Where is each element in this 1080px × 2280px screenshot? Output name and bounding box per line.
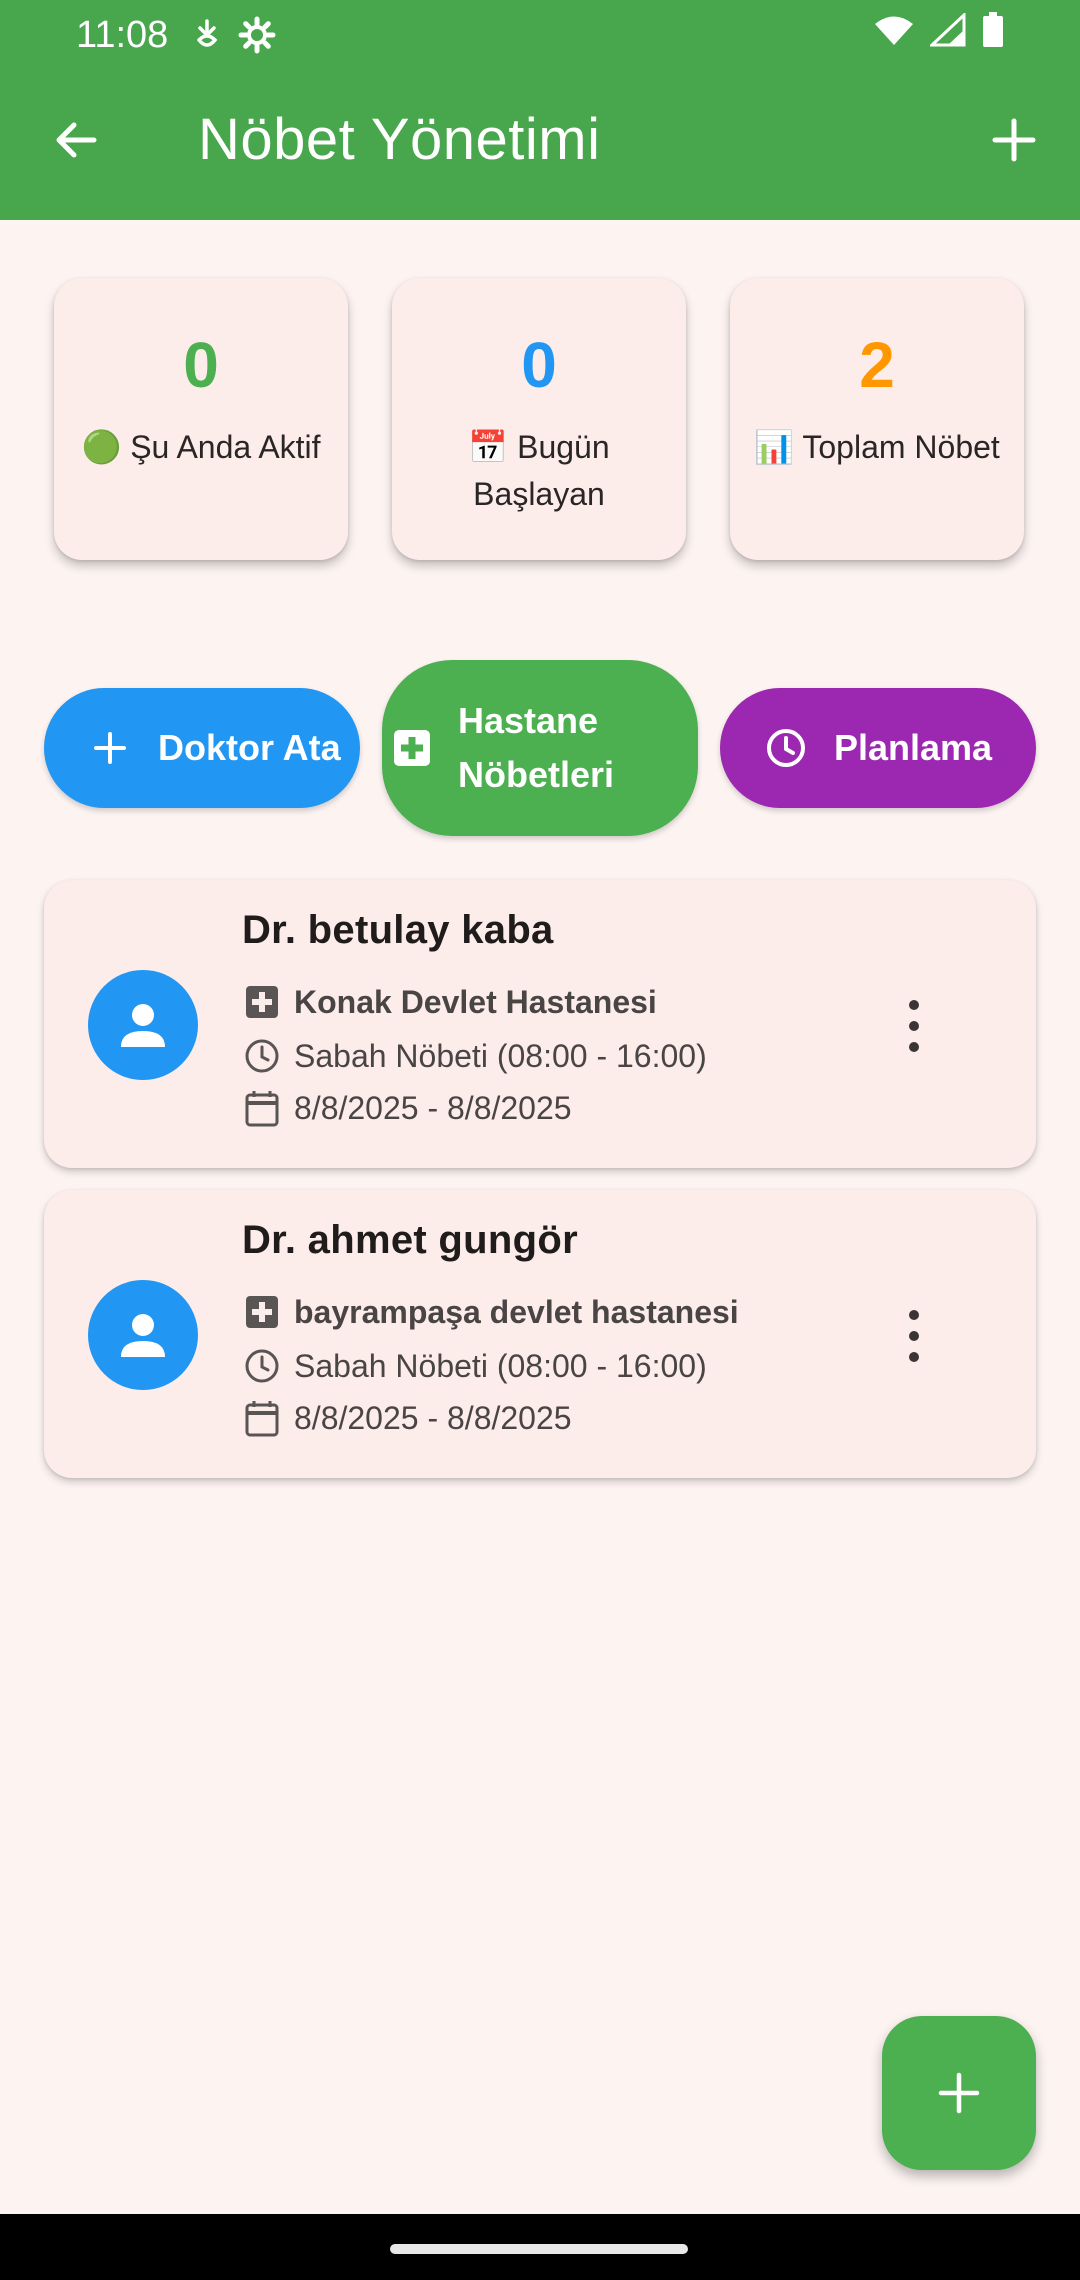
person-icon xyxy=(88,1280,198,1390)
clock-icon xyxy=(758,720,814,776)
signal-icon xyxy=(928,11,966,57)
date-row: 8/8/2025 - 8/8/2025 xyxy=(242,1398,572,1438)
shift-row: Sabah Nöbeti (08:00 - 16:00) xyxy=(242,1036,707,1076)
more-options-icon[interactable] xyxy=(884,992,944,1060)
hospital-icon xyxy=(384,720,440,776)
button-label: Planlama xyxy=(834,727,993,768)
status-time: 11:08 xyxy=(76,13,169,56)
doctor-name: Dr. betulay kaba xyxy=(242,908,554,952)
page-title: Nöbet Yönetimi xyxy=(198,107,601,172)
battery-icon xyxy=(982,12,1004,58)
toolbar: Nöbet Yönetimi xyxy=(0,90,1080,190)
settings-gear-icon xyxy=(238,16,276,54)
date-range: 8/8/2025 - 8/8/2025 xyxy=(294,1089,572,1126)
doctor-name: Dr. ahmet gungör xyxy=(242,1218,578,1262)
shift-text: Sabah Nöbeti (08:00 - 16:00) xyxy=(294,1037,707,1074)
clock-icon xyxy=(242,1036,282,1076)
shift-row: Sabah Nöbeti (08:00 - 16:00) xyxy=(242,1346,707,1386)
status-bar: 11:08 xyxy=(0,0,1080,70)
button-label: Hastane Nöbetleri xyxy=(458,700,615,795)
hospital-name: Konak Devlet Hastanesi xyxy=(294,983,657,1020)
wifi-icon xyxy=(874,14,914,57)
button-label: Doktor Ata xyxy=(158,727,341,768)
add-button[interactable] xyxy=(984,110,1044,170)
stat-label: 🟢 Şu Anda Aktif xyxy=(81,429,321,465)
app-bar: 11:08 Nöbet Yönetimi xyxy=(0,0,1080,220)
home-gesture-handle[interactable] xyxy=(390,2244,688,2254)
clock-icon xyxy=(242,1346,282,1386)
arrow-back-icon xyxy=(56,122,97,158)
person-icon xyxy=(88,970,198,1080)
hospital-duties-button[interactable]: Hastane Nöbetleri xyxy=(382,660,698,836)
back-button[interactable] xyxy=(46,110,106,170)
hospital-icon xyxy=(242,1292,282,1332)
add-fab-button[interactable] xyxy=(882,2016,1036,2170)
plus-icon xyxy=(82,720,138,776)
stat-label: 📊 Toplam Nöbet xyxy=(754,429,1000,465)
hospital-row: bayrampaşa devlet hastanesi xyxy=(242,1292,739,1332)
stat-value: 0 xyxy=(183,329,219,401)
hospital-icon xyxy=(242,982,282,1022)
stat-card-total: 2 📊 Toplam Nöbet xyxy=(730,278,1024,560)
calendar-icon xyxy=(242,1398,282,1438)
calendar-icon xyxy=(242,1088,282,1128)
more-options-icon[interactable] xyxy=(884,1302,944,1370)
shift-text: Sabah Nöbeti (08:00 - 16:00) xyxy=(294,1347,707,1384)
stat-label: 📅 Bugün Başlayan xyxy=(468,429,610,512)
planning-button[interactable]: Planlama xyxy=(720,688,1036,808)
stat-value: 2 xyxy=(859,329,895,401)
stat-card-active: 0 🟢 Şu Anda Aktif xyxy=(54,278,348,560)
data-saver-icon xyxy=(194,18,220,52)
date-range: 8/8/2025 - 8/8/2025 xyxy=(294,1399,572,1436)
duty-card[interactable]: Dr. betulay kaba Konak Devlet Hastanesi … xyxy=(44,880,1036,1168)
plus-icon xyxy=(938,2072,980,2114)
duty-card[interactable]: Dr. ahmet gungör bayrampaşa devlet hasta… xyxy=(44,1190,1036,1478)
hospital-name: bayrampaşa devlet hastanesi xyxy=(294,1293,739,1330)
stat-card-today: 0 📅 Bugün Başlayan xyxy=(392,278,686,560)
stat-value: 0 xyxy=(521,329,557,401)
hospital-row: Konak Devlet Hastanesi xyxy=(242,982,657,1022)
plus-icon xyxy=(992,118,1036,162)
date-row: 8/8/2025 - 8/8/2025 xyxy=(242,1088,572,1128)
assign-doctor-button[interactable]: Doktor Ata xyxy=(44,688,360,808)
